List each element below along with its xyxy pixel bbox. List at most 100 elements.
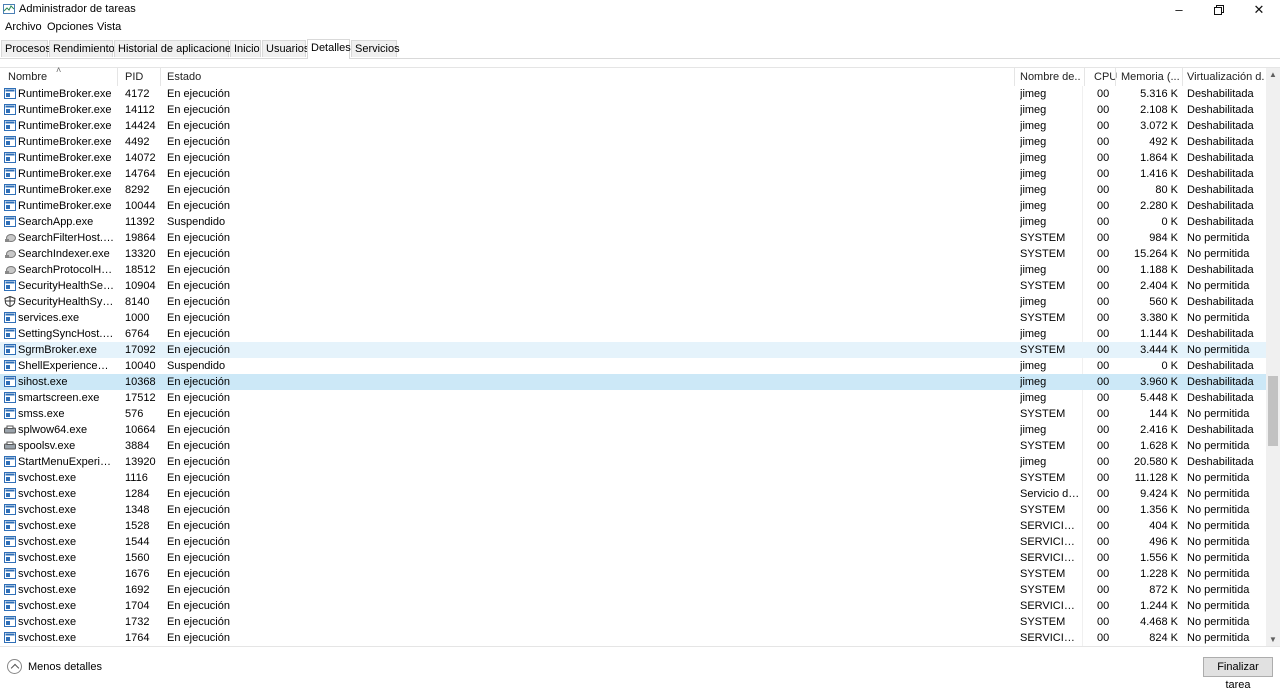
table-row[interactable]: svchost.exe 1116 En ejecución SYSTEM 00 11.12… [0, 470, 1266, 486]
column-divider[interactable] [1115, 68, 1116, 86]
table-row[interactable]: StartMenuExperience... 13920 En ejecución j… [0, 454, 1266, 470]
table-row[interactable]: services.exe 1000 En ejecución SYSTEM 00 3.38… [0, 310, 1266, 326]
table-row[interactable]: RuntimeBroker.exe 14112 En ejecución jimeg 0… [0, 102, 1266, 118]
tab-historial[interactable]: Historial de aplicaciones [114, 40, 237, 57]
process-memory: 1.356 K [1140, 504, 1178, 516]
tab-inicio[interactable]: Inicio [230, 40, 261, 57]
table-row[interactable]: SecurityHealthSystray... 8140 En ejecución… [0, 294, 1266, 310]
table-header: ˄ Nombre PID Estado Nombre de... CPU Mem… [0, 65, 1266, 86]
column-divider[interactable] [1014, 68, 1015, 86]
table-row[interactable]: SearchProtocolHost.e... 18512 En ejecución… [0, 262, 1266, 278]
col-nombre[interactable]: Nombre [8, 71, 47, 83]
table-row[interactable]: SgrmBroker.exe 17092 En ejecución SYSTEM 00 3… [0, 342, 1266, 358]
process-user: jimeg [1020, 216, 1047, 228]
table-row[interactable]: smss.exe 576 En ejecución SYSTEM 00 144 K No p… [0, 406, 1266, 422]
table-row[interactable]: svchost.exe 1704 En ejecución SERVICIO L...… [0, 598, 1266, 614]
process-memory: 984 K [1149, 232, 1178, 244]
tab-procesos[interactable]: Procesos [1, 40, 51, 57]
process-user: SYSTEM [1020, 232, 1066, 244]
scroll-thumb[interactable] [1268, 376, 1278, 446]
chevron-up-icon[interactable] [7, 659, 22, 674]
process-user: jimeg [1020, 200, 1047, 212]
process-virtualization: No permitida [1187, 520, 1250, 532]
table-row[interactable]: svchost.exe 1676 En ejecución SYSTEM 00 1.228… [0, 566, 1266, 582]
process-cpu: 00 [1097, 344, 1110, 356]
column-divider[interactable] [160, 68, 161, 86]
process-cpu: 00 [1097, 472, 1110, 484]
process-virtualization: No permitida [1187, 232, 1250, 244]
col-virtualizacion[interactable]: Virtualización d... [1187, 71, 1265, 83]
process-state: En ejecución [167, 344, 230, 356]
search-service-icon [5, 234, 16, 242]
process-pid: 13920 [125, 456, 156, 468]
table-row[interactable]: spoolsv.exe 3884 En ejecución SYSTEM 00 1.628… [0, 438, 1266, 454]
table-row[interactable]: RuntimeBroker.exe 4172 En ejecución jimeg 00… [0, 86, 1266, 102]
table-row[interactable]: svchost.exe 1348 En ejecución SYSTEM 00 1.356… [0, 502, 1266, 518]
table-row[interactable]: SettingSyncHost.exe 6764 En ejecución jimeg… [0, 326, 1266, 342]
col-memoria[interactable]: Memoria (... [1121, 71, 1180, 83]
tab-usuarios[interactable]: Usuarios [262, 40, 309, 57]
col-pid[interactable]: PID [125, 71, 143, 83]
table-row[interactable]: svchost.exe 1544 En ejecución SERVICIO L...… [0, 534, 1266, 550]
process-virtualization: No permitida [1187, 472, 1250, 484]
menu-opciones[interactable]: Opciones [47, 21, 93, 33]
tab-rendimiento[interactable]: Rendimiento [49, 40, 115, 57]
scroll-down-icon[interactable]: ▼ [1266, 633, 1280, 647]
process-user: Servicio de ... [1020, 488, 1080, 500]
table-row[interactable]: svchost.exe 1764 En ejecución SERVICIO L...… [0, 630, 1266, 646]
close-button[interactable]: ✕ [1239, 0, 1279, 20]
table-row[interactable]: SecurityHealthServic... 10904 En ejecución… [0, 278, 1266, 294]
process-virtualization: No permitida [1187, 552, 1250, 564]
restore-button[interactable] [1199, 0, 1239, 20]
table-row[interactable]: svchost.exe 1528 En ejecución SERVICIO L...… [0, 518, 1266, 534]
process-state: En ejecución [167, 120, 230, 132]
table-row[interactable]: RuntimeBroker.exe 4492 En ejecución jimeg 00… [0, 134, 1266, 150]
table-row[interactable]: RuntimeBroker.exe 14764 En ejecución jimeg 0… [0, 166, 1266, 182]
minimize-button[interactable]: – [1159, 0, 1199, 20]
less-details-link[interactable]: Menos detalles [28, 661, 102, 673]
table-row[interactable]: splwow64.exe 10664 En ejecución jimeg 00 2.41… [0, 422, 1266, 438]
scroll-up-icon[interactable]: ▲ [1266, 68, 1280, 82]
table-row[interactable]: svchost.exe 1732 En ejecución SYSTEM 00 4.468… [0, 614, 1266, 630]
close-icon: ✕ [1253, 2, 1265, 17]
end-task-button[interactable]: Finalizar tarea [1203, 657, 1273, 691]
column-divider[interactable] [1084, 68, 1085, 86]
process-name: svchost.exe [18, 568, 77, 580]
process-memory: 3.072 K [1140, 120, 1178, 132]
col-nombre-usuario[interactable]: Nombre de... [1020, 71, 1080, 83]
table-row[interactable]: SearchIndexer.exe 13320 En ejecución SYSTEM… [0, 246, 1266, 262]
tab-servicios[interactable]: Servicios [351, 40, 400, 57]
col-cpu[interactable]: CPU [1094, 71, 1117, 83]
table-row[interactable]: ShellExperienceHost... 10040 Suspendido jim… [0, 358, 1266, 374]
process-memory: 11.128 K [1134, 472, 1178, 484]
col-estado[interactable]: Estado [167, 71, 201, 83]
column-divider[interactable] [117, 68, 118, 86]
table-row[interactable]: svchost.exe 1284 En ejecución Servicio de .… [0, 486, 1266, 502]
menu-archivo[interactable]: Archivo [5, 21, 42, 33]
table-row[interactable]: smartscreen.exe 17512 En ejecución jimeg 00 5… [0, 390, 1266, 406]
vertical-scrollbar[interactable]: ▲ ▼ [1266, 68, 1280, 647]
menu-vista[interactable]: Vista [97, 21, 121, 33]
process-memory: 1.628 K [1140, 440, 1178, 452]
table-row[interactable]: RuntimeBroker.exe 10044 En ejecución jimeg 0… [0, 198, 1266, 214]
table-row[interactable]: SearchFilterHost.exe 19864 En ejecución SYS… [0, 230, 1266, 246]
tab-detalles[interactable]: Detalles [307, 39, 351, 59]
app-icon [4, 344, 16, 355]
column-divider[interactable] [1182, 68, 1183, 86]
table-row[interactable]: SearchApp.exe 11392 Suspendido jimeg 00 0 K De… [0, 214, 1266, 230]
table-row[interactable]: RuntimeBroker.exe 14424 En ejecución jimeg 0… [0, 118, 1266, 134]
process-name: smartscreen.exe [18, 392, 100, 404]
process-state: En ejecución [167, 184, 230, 196]
table-row[interactable]: sihost.exe 10368 En ejecución jimeg 00 3.960 … [0, 374, 1266, 390]
process-virtualization: No permitida [1187, 312, 1250, 324]
table-row[interactable]: RuntimeBroker.exe 14072 En ejecución jimeg 0… [0, 150, 1266, 166]
table-row[interactable]: svchost.exe 1692 En ejecución SYSTEM 00 872 K… [0, 582, 1266, 598]
table-row[interactable]: RuntimeBroker.exe 8292 En ejecución jimeg 00… [0, 182, 1266, 198]
process-cpu: 00 [1097, 232, 1110, 244]
process-name: RuntimeBroker.exe [18, 168, 112, 180]
process-virtualization: Deshabilitada [1187, 168, 1254, 180]
process-name: services.exe [18, 312, 80, 324]
process-pid: 14764 [125, 168, 156, 180]
process-cpu: 00 [1097, 632, 1110, 644]
table-row[interactable]: svchost.exe 1560 En ejecución SERVICIO L...… [0, 550, 1266, 566]
